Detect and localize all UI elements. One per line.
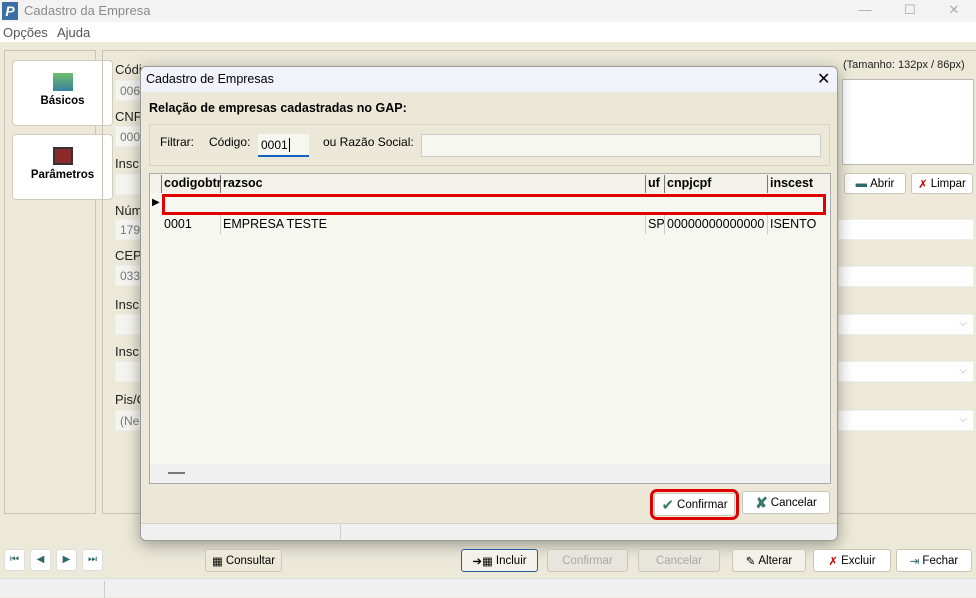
dialog-close-icon[interactable]: ✕ [817, 69, 830, 89]
insert-icon: ➔▦ [472, 555, 493, 568]
cell-inscest: ISENTO [770, 217, 817, 231]
column-header-codigobtr[interactable]: codigobtr [162, 175, 222, 193]
companies-grid[interactable]: codigobtr razsoc uf cnpjcpf inscest ▶ 00… [149, 173, 831, 484]
status-divider [104, 581, 105, 598]
next-record-button[interactable]: ▶ [56, 549, 77, 571]
limpar-button[interactable]: ✗ Limpar [911, 173, 973, 194]
dialog-cancel-button[interactable]: ✘ Cancelar [742, 491, 830, 514]
edit-icon: ✎ [745, 555, 756, 568]
dialog-confirm-button[interactable]: ✔ Confirmar [650, 489, 739, 520]
open-icon: ▬ [855, 177, 868, 190]
cancel-label: Cancelar [770, 496, 817, 509]
label-codigo: Códi [115, 62, 142, 77]
limpar-label: Limpar [930, 177, 966, 190]
prev-record-button[interactable]: ◀ [30, 549, 51, 571]
column-header-uf[interactable]: uf [646, 175, 665, 193]
chevron-down-icon: ⌵ [959, 365, 967, 376]
abrir-button[interactable]: ▬ Abrir [844, 173, 906, 194]
sidebar-label: Parâmetros [30, 169, 95, 181]
consultar-button[interactable]: ▦ Consultar [205, 549, 282, 572]
minimize-button[interactable]: — [855, 2, 875, 20]
row-pointer-icon: ▶ [152, 197, 160, 208]
status-bar [0, 578, 976, 598]
chevron-down-icon: ⌵ [959, 414, 967, 425]
filter-group: Filtrar: Código: 0001 ou Razão Social: [149, 124, 830, 166]
delete-icon: ✗ [828, 555, 839, 568]
close-window-button[interactable]: ✕ [944, 2, 964, 20]
dialog-title: Cadastro de Empresas [146, 72, 274, 86]
right-field-2[interactable] [838, 266, 974, 287]
cadastro-empresas-dialog: Cadastro de Empresas ✕ Relação de empres… [140, 66, 838, 541]
row-indicator-header [150, 175, 162, 193]
cell-cnpjcpf: 00000000000000 [665, 215, 768, 234]
label-cnpj: CNP [115, 109, 143, 124]
sidebar-parametros-button[interactable]: Parâmetros [12, 134, 113, 200]
label-numero: Núm [115, 203, 143, 218]
right-select-2[interactable]: ⌵ [838, 361, 974, 382]
right-select-1[interactable]: ⌵ [838, 314, 974, 335]
scroll-thumb[interactable] [168, 472, 185, 474]
status-divider [340, 524, 341, 540]
logo-size-label: (Tamanho: 132px / 86px) [843, 59, 965, 71]
horizontal-scrollbar[interactable] [150, 464, 830, 483]
menu-bar: Opções Ajuda [0, 22, 976, 42]
menu-ajuda[interactable]: Ajuda [57, 25, 90, 40]
chevron-down-icon: ⌵ [959, 318, 967, 329]
app-logo-icon: P [2, 2, 18, 20]
sidebar-label: Básicos [40, 95, 85, 107]
form-icon [52, 73, 73, 91]
filter-label: Filtrar: [160, 135, 194, 149]
label-insc-3: Insc [115, 344, 139, 359]
column-header-cnpjcpf[interactable]: cnpjcpf [665, 175, 768, 193]
incluir-label: Incluir [495, 554, 527, 567]
toolbar-confirmar-button[interactable]: Confirmar [547, 549, 628, 572]
check-icon: ✔ [661, 496, 675, 514]
clear-icon: ✗ [918, 178, 928, 191]
excluir-label: Excluir [841, 554, 876, 567]
codigo-filter-value: 0001 [261, 138, 288, 152]
row-highlight [162, 194, 826, 215]
title-bar: P Cadastro da Empresa — ☐ ✕ [0, 0, 976, 22]
maximize-button[interactable]: ☐ [900, 2, 920, 20]
alterar-label: Alterar [758, 554, 793, 567]
alterar-button[interactable]: ✎ Alterar [732, 549, 806, 572]
x-icon: ✘ [755, 494, 768, 512]
cancelar-label: Cancelar [655, 554, 703, 567]
dialog-status-bar [141, 523, 837, 540]
first-record-button[interactable]: ⏮ [4, 549, 25, 571]
codigo-filter-input[interactable]: 0001 [258, 134, 309, 157]
excluir-button[interactable]: ✗ Excluir [813, 549, 891, 572]
book-icon [52, 147, 73, 165]
confirm-label: Confirmar [677, 498, 728, 511]
window-title: Cadastro da Empresa [24, 3, 151, 18]
consultar-label: Consultar [225, 554, 276, 567]
table-icon: ▦ [211, 555, 223, 568]
razao-filter-input[interactable] [421, 134, 821, 157]
column-header-inscest[interactable]: inscest [768, 175, 830, 193]
sidebar-basicos-button[interactable]: Básicos [12, 60, 113, 126]
incluir-button[interactable]: ➔▦ Incluir [461, 549, 538, 572]
toolbar-cancelar-button[interactable]: Cancelar [638, 549, 720, 572]
label-insc: Insc [115, 156, 139, 171]
right-field-1[interactable] [838, 219, 974, 240]
logo-image-box [842, 79, 974, 165]
label-insc-2: Insc [115, 297, 139, 312]
last-record-button[interactable]: ⏭ [82, 549, 103, 571]
fechar-button[interactable]: ⇥ Fechar [896, 549, 972, 572]
codigo-label: Código: [209, 135, 251, 149]
right-select-3[interactable]: ⌵ [838, 410, 974, 431]
cell-razsoc: EMPRESA TESTE [221, 215, 646, 234]
column-header-razsoc[interactable]: razsoc [221, 175, 646, 193]
dialog-title-bar: Cadastro de Empresas ✕ [141, 67, 837, 92]
dialog-heading: Relação de empresas cadastradas no GAP: [149, 101, 407, 115]
label-cep: CEP [115, 248, 142, 263]
confirmar-label: Confirmar [562, 554, 613, 567]
abrir-label: Abrir [870, 177, 895, 190]
fechar-label: Fechar [922, 554, 959, 567]
razao-label: ou Razão Social: [323, 135, 414, 149]
exit-door-icon: ⇥ [909, 555, 920, 568]
cell-codigobtr: 0001 [162, 215, 221, 234]
menu-opcoes[interactable]: Opções [3, 25, 48, 40]
cell-uf: SP [646, 215, 665, 234]
